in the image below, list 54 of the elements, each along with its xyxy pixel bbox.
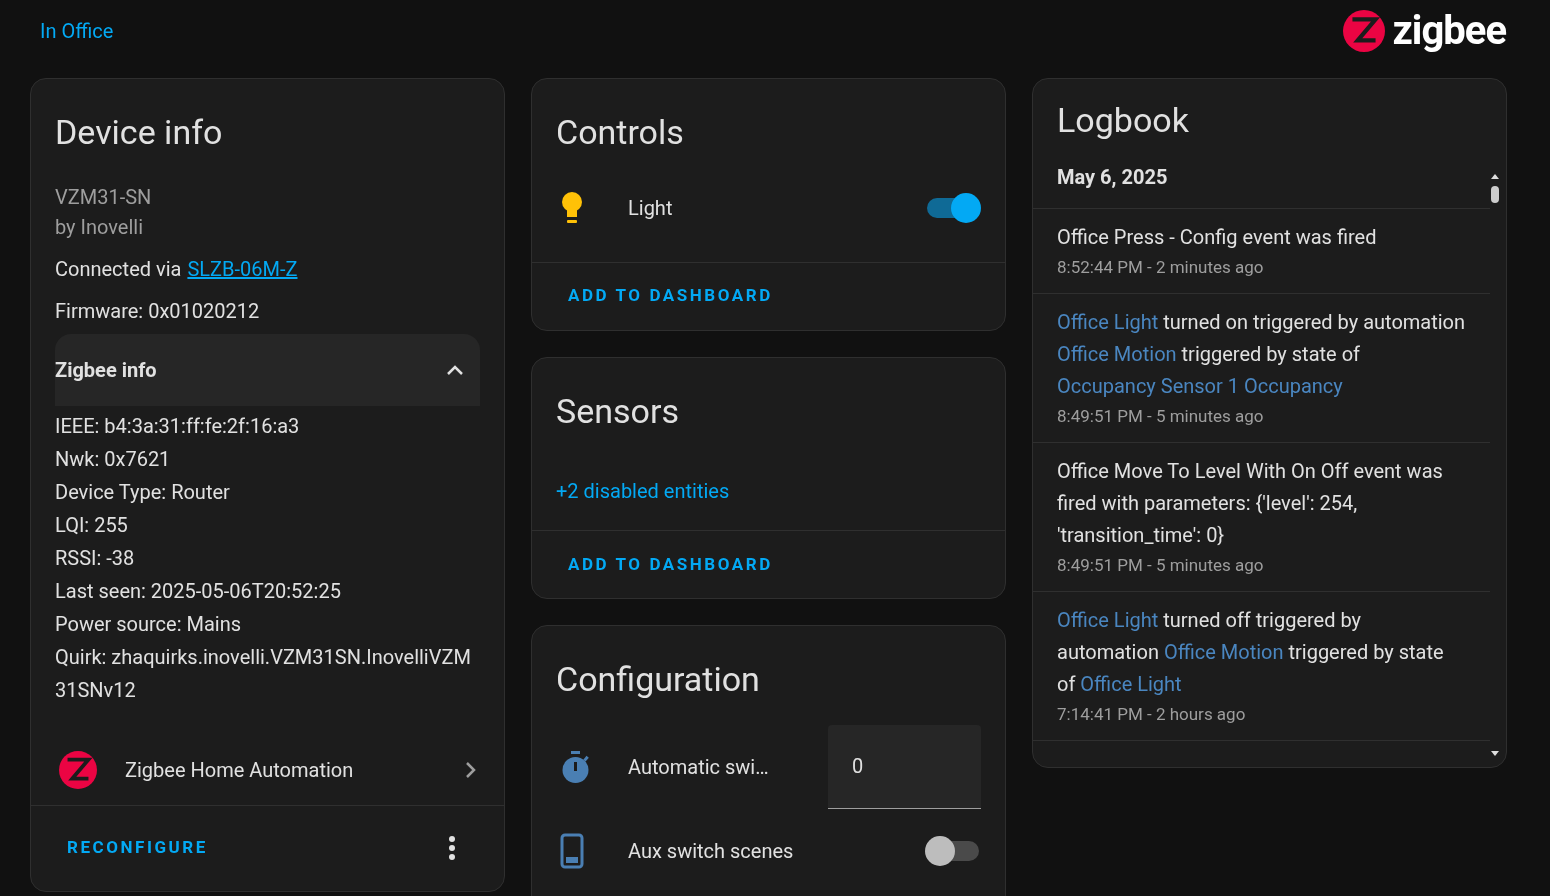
zigbee-info-line: Device Type: Router bbox=[55, 478, 231, 506]
entity-link[interactable]: Occupancy Sensor 1 Occupancy bbox=[1057, 373, 1343, 398]
phone-icon bbox=[560, 832, 584, 869]
zigbee-info-line: Power source: Mains bbox=[55, 610, 243, 638]
log-time: 8:49:51 PM - 5 minutes ago bbox=[1057, 553, 1265, 577]
entity-link[interactable]: Office Motion bbox=[1163, 639, 1284, 664]
zigbee-logo-icon bbox=[1342, 10, 1385, 52]
card-title: Sensors bbox=[556, 389, 680, 432]
entity-link[interactable]: Office Light bbox=[1057, 309, 1159, 334]
breadcrumb-link[interactable]: In Office bbox=[40, 16, 114, 46]
toggle-switch[interactable] bbox=[925, 835, 981, 866]
zigbee-info-line: IEEE: b4:3a:31:ff:fe:2f:16:a3 bbox=[55, 412, 301, 440]
entity-link[interactable]: Office Motion bbox=[1057, 341, 1177, 366]
card-title: Configuration bbox=[556, 658, 761, 701]
device-model: VZM31-SN bbox=[55, 183, 153, 211]
zigbee-info-line: Quirk: zhaquirks.inovelli.VZM31SN.InovelliVZM31SNv12 bbox=[55, 643, 472, 704]
log-time: 7:14:41 PM - 2 hours ago bbox=[1057, 702, 1247, 726]
log-date-header: May 6, 2025 bbox=[1033, 161, 1490, 209]
logo-wordmark: zigbee bbox=[1392, 11, 1506, 51]
reconfigure-button[interactable]: RECONFIGURE bbox=[55, 827, 220, 869]
zigbee-info-line: LQI: 255 bbox=[55, 511, 129, 539]
stopwatch-icon bbox=[560, 749, 592, 784]
firmware-text: Firmware: 0x01020212 bbox=[55, 297, 261, 325]
integration-name[interactable]: Zigbee Home Automation bbox=[125, 754, 464, 785]
entity-link[interactable]: Office Light bbox=[1057, 607, 1159, 632]
connected-label: Connected via bbox=[55, 255, 182, 283]
add-to-dashboard-button[interactable]: ADD TO DASHBOARD bbox=[556, 543, 785, 586]
log-message: Office Light turned off triggered by automation Office Motion triggered by state of Office Light bbox=[1057, 606, 1445, 698]
entity-link[interactable]: Office Light bbox=[1080, 671, 1182, 696]
card-title: Controls bbox=[556, 111, 685, 154]
toggle-switch[interactable] bbox=[925, 192, 981, 223]
log-time: 8:52:44 PM - 2 minutes ago bbox=[1057, 255, 1265, 279]
card-title: Device info bbox=[55, 111, 224, 154]
chevron-right-icon bbox=[464, 760, 476, 779]
log-time: 8:49:51 PM - 5 minutes ago bbox=[1057, 404, 1265, 428]
zigbee-logo-icon bbox=[59, 750, 97, 789]
log-message: Office Light turned on triggered by automation Office Motion triggered by state of Occupancy Sensor 1 Occupancy bbox=[1057, 308, 1466, 400]
zigbee-info-header[interactable]: Zigbee info bbox=[55, 333, 480, 406]
entity-name: Aux switch scenes bbox=[628, 837, 795, 865]
entity-name: Light bbox=[628, 194, 674, 222]
log-message: Office Move To Level With On Off event was fired with parameters: {'level': 254, 'transition_time': 0} bbox=[1057, 457, 1444, 549]
lightbulb-icon bbox=[560, 190, 584, 225]
log-message: Office Press - Config event was fired bbox=[1057, 223, 1378, 251]
card-title: Logbook bbox=[1057, 99, 1190, 142]
number-input-field[interactable]: 0 bbox=[828, 724, 981, 809]
more-options-icon[interactable] bbox=[448, 835, 456, 861]
zigbee-info-line: Last seen: 2025-05-06T20:52:25 bbox=[55, 577, 342, 605]
chevron-icon bbox=[446, 363, 464, 376]
zigbee-info-line: Nwk: 0x7621 bbox=[55, 445, 172, 473]
entity-name: Automatic swi… bbox=[628, 753, 770, 781]
coordinator-link[interactable]: SLZB-06M-Z bbox=[187, 253, 298, 284]
zigbee-info-line: RSSI: -38 bbox=[55, 544, 136, 572]
add-to-dashboard-button[interactable]: ADD TO DASHBOARD bbox=[556, 275, 785, 317]
device-manufacturer: by Inovelli bbox=[55, 213, 145, 241]
